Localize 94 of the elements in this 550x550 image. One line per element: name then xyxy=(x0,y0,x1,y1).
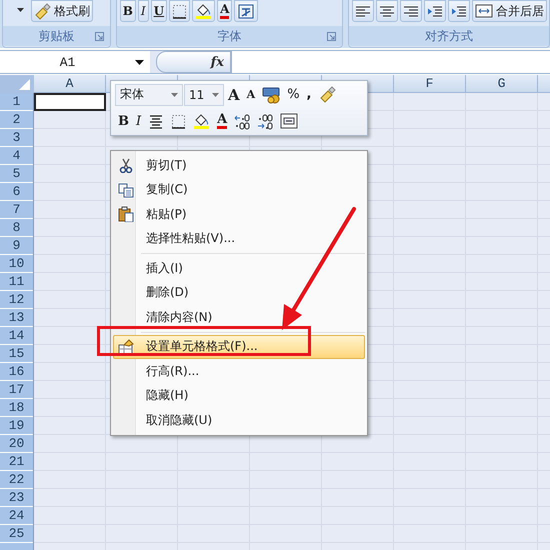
align-left-button[interactable] xyxy=(352,0,374,22)
dialog-launcher-icon xyxy=(94,32,104,41)
menu-item[interactable]: 插入(I) xyxy=(113,256,365,280)
row-header[interactable]: 25 xyxy=(0,525,33,543)
phonetic-guide-button[interactable] xyxy=(234,0,258,22)
align-center-button[interactable] xyxy=(376,0,398,22)
dropdown-icon xyxy=(135,60,144,64)
grow-font-button[interactable]: A xyxy=(225,84,243,106)
underline-button[interactable]: U xyxy=(150,0,168,22)
decrease-indent-icon xyxy=(427,4,443,18)
row-header[interactable]: 18 xyxy=(0,399,33,417)
scissors-icon xyxy=(118,157,134,174)
menu-item[interactable]: 剪切(T) xyxy=(113,153,365,178)
money-icon xyxy=(262,86,280,104)
merge-center-icon xyxy=(280,113,298,130)
row-header[interactable]: 2 xyxy=(0,111,33,129)
paintbrush-icon xyxy=(34,2,51,20)
group-label: 剪贴板 xyxy=(38,28,74,44)
group-label: 字体 xyxy=(217,28,242,44)
shrink-font-button[interactable]: A xyxy=(244,84,258,106)
increase-decimal-icon xyxy=(234,112,250,130)
paint-bucket-icon xyxy=(193,112,210,130)
row-header[interactable]: 4 xyxy=(0,147,33,165)
border-icon xyxy=(171,114,186,129)
font-color-button[interactable]: A xyxy=(214,110,230,132)
copy-icon xyxy=(118,182,134,198)
group-label: 对齐方式 xyxy=(425,28,473,44)
align-center-icon xyxy=(379,4,395,18)
merge-button[interactable]: 合并后居 xyxy=(472,0,547,22)
clipboard-icon xyxy=(118,206,134,222)
insert-function-button[interactable]: fx xyxy=(210,54,224,70)
fill-color-button[interactable] xyxy=(192,0,216,22)
row-header[interactable]: 1 xyxy=(0,93,33,111)
align-right-icon xyxy=(403,4,419,18)
menu-item[interactable]: 粘贴(P) xyxy=(113,202,365,226)
format-cells-icon xyxy=(118,338,134,355)
row-header[interactable]: 12 xyxy=(0,291,33,309)
border-icon xyxy=(172,4,188,18)
row-header[interactable]: 19 xyxy=(0,417,33,435)
row-header[interactable]: 6 xyxy=(0,183,33,201)
row-header[interactable]: 22 xyxy=(0,471,33,489)
menu-item[interactable]: 复制(C) xyxy=(113,178,365,202)
comma-style-button[interactable]: , xyxy=(304,84,314,106)
paintbrush-icon xyxy=(318,86,336,104)
row-header[interactable]: 15 xyxy=(0,345,33,363)
increase-indent-icon xyxy=(451,4,467,18)
row-header[interactable]: 17 xyxy=(0,381,33,399)
column-header[interactable]: F xyxy=(394,75,466,92)
italic-button[interactable]: I xyxy=(133,110,144,132)
row-header[interactable]: 10 xyxy=(0,255,33,273)
menu-item[interactable]: 删除(D) xyxy=(113,280,365,305)
row-header[interactable]: 21 xyxy=(0,453,33,471)
decrease-indent-button[interactable] xyxy=(424,0,446,22)
decrease-decimal-icon xyxy=(257,112,274,130)
increase-indent-button[interactable] xyxy=(448,0,470,22)
bold-button[interactable]: B xyxy=(115,110,132,132)
row-header[interactable]: 5 xyxy=(0,165,33,183)
paint-bucket-icon xyxy=(195,2,212,20)
menu-item[interactable]: 取消隐藏(U) xyxy=(113,408,365,432)
row-header[interactable]: 20 xyxy=(0,435,33,453)
dialog-launcher-icon xyxy=(327,32,336,41)
row-header[interactable]: 9 xyxy=(0,237,33,255)
formula-input[interactable] xyxy=(231,51,550,73)
row-header[interactable]: 7 xyxy=(0,201,33,219)
format-painter-button[interactable]: 格式刷 xyxy=(31,0,93,22)
align-right-button[interactable] xyxy=(400,0,422,22)
row-header[interactable]: 11 xyxy=(0,273,33,291)
menu-item[interactable]: 选择性粘贴(V)... xyxy=(113,226,365,251)
row-header[interactable]: 16 xyxy=(0,363,33,381)
row-header[interactable]: 8 xyxy=(0,219,33,237)
italic-button[interactable]: I xyxy=(138,0,149,22)
caret-icon xyxy=(16,6,25,14)
font-size-dropdown[interactable]: 11 xyxy=(184,84,224,106)
align-center-icon xyxy=(148,112,164,130)
row-header[interactable]: 24 xyxy=(0,507,33,525)
bold-button[interactable]: B xyxy=(120,0,136,22)
name-box[interactable]: A1 xyxy=(0,51,150,73)
row-header[interactable]: 23 xyxy=(0,489,33,507)
column-header[interactable]: G xyxy=(466,75,538,92)
menu-item[interactable]: 行高(R)... xyxy=(113,359,365,384)
row-header[interactable]: 14 xyxy=(0,327,33,345)
font-dropdown[interactable]: 宋体 xyxy=(115,84,183,106)
borders-button[interactable] xyxy=(169,0,190,22)
merge-cells-icon xyxy=(475,3,493,19)
phonetic-guide-icon xyxy=(237,2,256,20)
row-header[interactable]: 3 xyxy=(0,129,33,147)
align-left-icon xyxy=(355,4,371,18)
menu-item[interactable]: 隐藏(H) xyxy=(113,384,365,408)
font-color-button[interactable]: A xyxy=(217,0,232,22)
row-header[interactable]: 13 xyxy=(0,309,33,327)
percent-button[interactable]: % xyxy=(284,84,303,106)
active-cell[interactable] xyxy=(34,93,106,111)
column-header[interactable]: A xyxy=(34,75,106,92)
menu-item[interactable]: 清除内容(N) xyxy=(113,305,365,330)
